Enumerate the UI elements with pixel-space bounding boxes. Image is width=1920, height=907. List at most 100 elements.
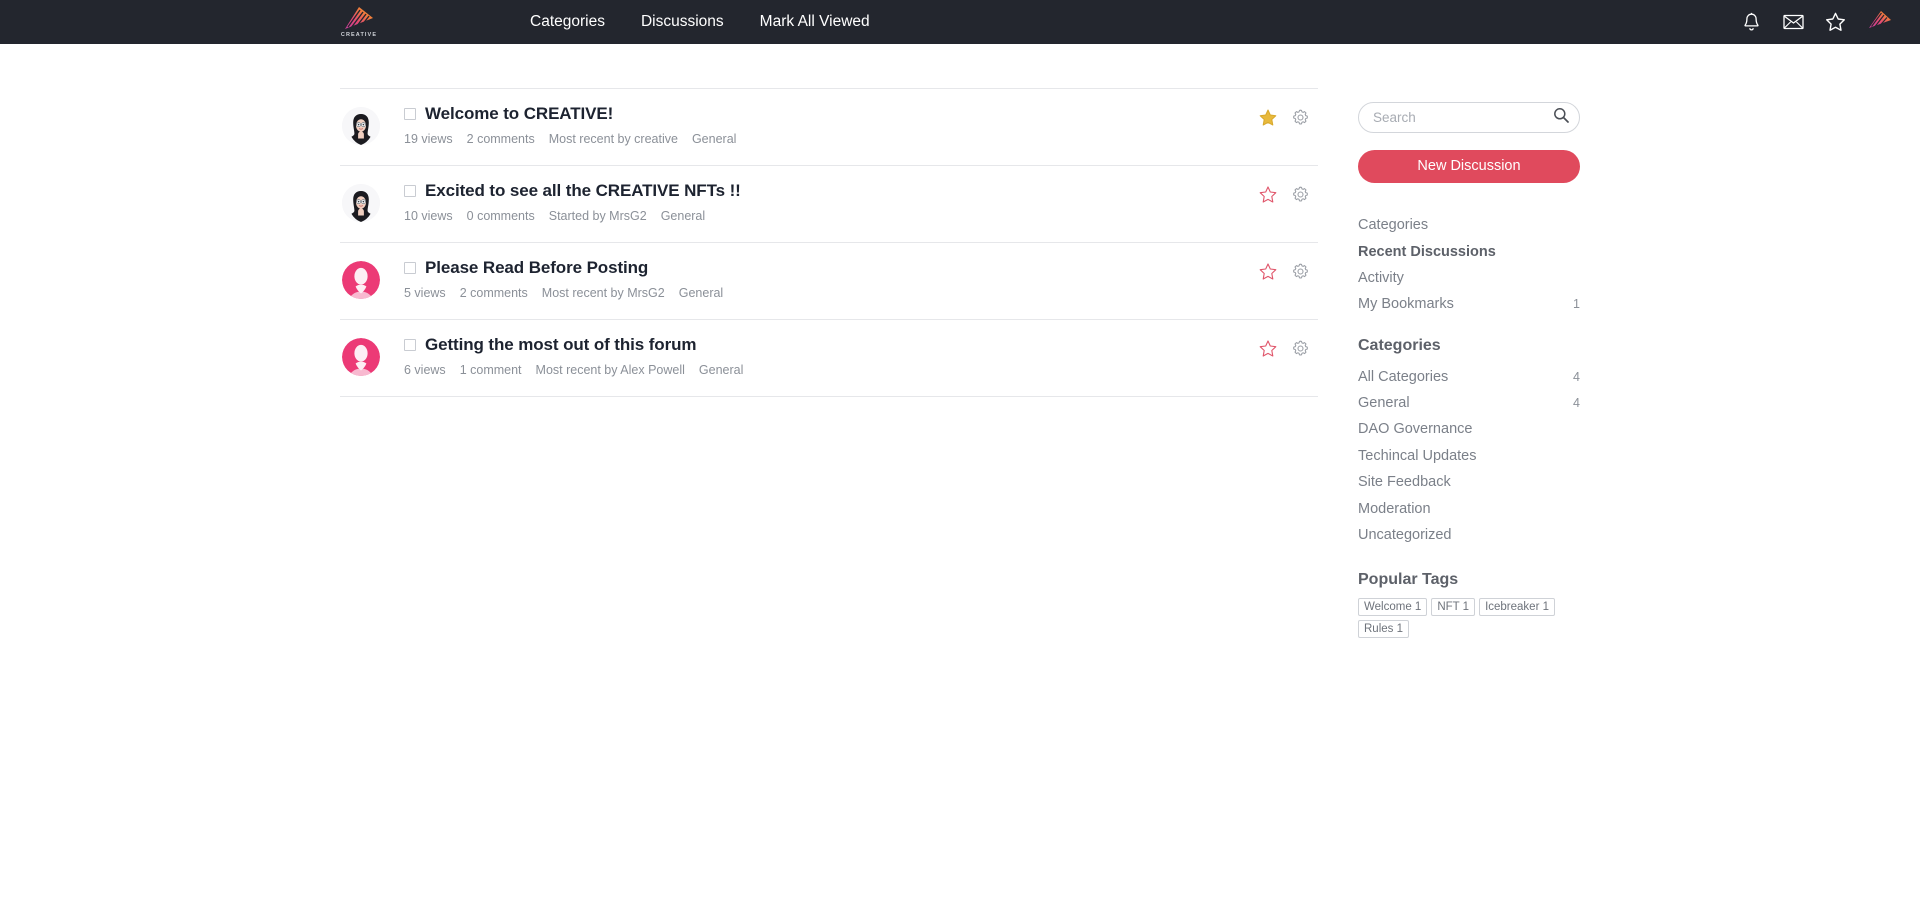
sidebar-item-label: My Bookmarks xyxy=(1358,296,1454,313)
row-select-checkbox[interactable] xyxy=(404,339,416,351)
envelope-icon xyxy=(1782,14,1804,30)
row-title-line: Getting the most out of this forum xyxy=(404,335,1318,355)
sidebar-item-label: Activity xyxy=(1358,269,1404,286)
discussion-title[interactable]: Please Read Before Posting xyxy=(425,258,648,278)
search-input[interactable] xyxy=(1358,102,1580,133)
sidebar-item-categories[interactable]: Categories xyxy=(1358,212,1580,238)
row-meta: 5 views 2 comments Most recent by MrsG2 … xyxy=(404,286,1318,300)
sidebar-item-activity[interactable]: Activity xyxy=(1358,265,1580,291)
category-item-uncategorized[interactable]: Uncategorized xyxy=(1358,522,1580,548)
latest-activity[interactable]: Most recent by MrsG2 xyxy=(542,286,665,300)
row-actions xyxy=(1258,261,1310,281)
latest-activity[interactable]: Most recent by creative xyxy=(549,132,678,146)
star-outline-icon xyxy=(1259,185,1277,203)
category-label: DAO Governance xyxy=(1358,421,1473,438)
options-button[interactable] xyxy=(1290,338,1310,358)
comments-count: 0 comments xyxy=(466,209,535,223)
category-item-moderation[interactable]: Moderation xyxy=(1358,495,1580,521)
row-select-checkbox[interactable] xyxy=(404,262,416,274)
user-menu-button[interactable] xyxy=(1866,9,1892,35)
table-row[interactable]: Welcome to CREATIVE! 19 views 2 comments… xyxy=(340,89,1318,166)
nav-link-mark-all-viewed[interactable]: Mark All Viewed xyxy=(742,0,888,44)
default-avatar-icon xyxy=(342,261,380,299)
row-meta: 6 views 1 comment Most recent by Alex Po… xyxy=(404,363,1318,377)
latest-activity[interactable]: Started by MrsG2 xyxy=(549,209,647,223)
brand-logo[interactable]: CREATIVE xyxy=(338,2,380,42)
category-item-all-categories[interactable]: All Categories 4 xyxy=(1358,364,1580,390)
sidebar-item-recent-discussions[interactable]: Recent Discussions xyxy=(1358,238,1580,264)
star-icon xyxy=(1825,12,1846,32)
category-link[interactable]: General xyxy=(661,209,705,223)
latest-activity[interactable]: Most recent by Alex Powell xyxy=(536,363,685,377)
search-button[interactable] xyxy=(1552,107,1569,128)
category-link[interactable]: General xyxy=(679,286,723,300)
sidebar-item-label: Categories xyxy=(1358,217,1429,234)
row-actions xyxy=(1258,107,1310,127)
category-count: 4 xyxy=(1573,369,1580,384)
star-outline-icon xyxy=(1259,262,1277,280)
row-actions xyxy=(1258,184,1310,204)
views-count: 5 views xyxy=(404,286,446,300)
user-avatar-icon xyxy=(1866,9,1892,35)
bookmark-button[interactable] xyxy=(1258,184,1278,204)
category-link[interactable]: General xyxy=(699,363,743,377)
category-label: All Categories xyxy=(1358,368,1449,385)
category-count: 4 xyxy=(1573,396,1580,411)
category-item-general[interactable]: General 4 xyxy=(1358,390,1580,416)
tag-nft[interactable]: NFT 1 xyxy=(1431,598,1476,617)
comments-count: 1 comment xyxy=(459,363,522,377)
category-link[interactable]: General xyxy=(692,132,736,146)
category-item-dao-governance[interactable]: DAO Governance xyxy=(1358,416,1580,442)
table-row[interactable]: Getting the most out of this forum 6 vie… xyxy=(340,320,1318,397)
bell-icon xyxy=(1742,12,1761,32)
row-title-line: Welcome to CREATIVE! xyxy=(404,104,1318,124)
tag-welcome[interactable]: Welcome 1 xyxy=(1358,598,1428,617)
messages-button[interactable] xyxy=(1782,11,1804,33)
sidebar-item-my-bookmarks[interactable]: My Bookmarks 1 xyxy=(1358,291,1580,317)
row-select-checkbox[interactable] xyxy=(404,108,416,120)
bookmark-button[interactable] xyxy=(1258,107,1278,127)
bookmarks-button[interactable] xyxy=(1824,11,1846,33)
discussion-title[interactable]: Getting the most out of this forum xyxy=(425,335,697,355)
new-discussion-button[interactable]: New Discussion xyxy=(1358,150,1580,183)
category-item-techincal-updates[interactable]: Techincal Updates xyxy=(1358,443,1580,469)
search-box xyxy=(1358,102,1580,133)
views-count: 19 views xyxy=(404,132,453,146)
avatar[interactable] xyxy=(342,261,380,299)
popular-tags-heading: Popular Tags xyxy=(1358,571,1459,589)
row-body: Getting the most out of this forum 6 vie… xyxy=(404,334,1318,377)
avatar[interactable] xyxy=(342,107,380,145)
page-body: Welcome to CREATIVE! 19 views 2 comments… xyxy=(0,44,1920,907)
sidebar: New Discussion Categories Recent Discuss… xyxy=(1358,102,1580,639)
category-list: All Categories 4 General 4 DAO Governanc… xyxy=(1358,364,1580,549)
tag-rules[interactable]: Rules 1 xyxy=(1358,620,1409,639)
avatar[interactable] xyxy=(342,338,380,376)
row-body: Welcome to CREATIVE! 19 views 2 comments… xyxy=(404,103,1318,146)
notifications-button[interactable] xyxy=(1740,11,1762,33)
creative-logo-icon xyxy=(342,6,376,31)
table-row[interactable]: Please Read Before Posting 5 views 2 com… xyxy=(340,243,1318,320)
nav-link-discussions[interactable]: Discussions xyxy=(623,0,742,44)
tag-icebreaker[interactable]: Icebreaker 1 xyxy=(1479,598,1555,617)
options-button[interactable] xyxy=(1290,261,1310,281)
row-title-line: Excited to see all the CREATIVE NFTs !! xyxy=(404,181,1318,201)
row-select-checkbox[interactable] xyxy=(404,185,416,197)
bookmark-button[interactable] xyxy=(1258,338,1278,358)
search-icon xyxy=(1553,107,1569,128)
site-header: CREATIVE Categories Discussions Mark All… xyxy=(0,0,1920,44)
sidebar-item-label: Recent Discussions xyxy=(1358,243,1496,260)
nav-link-categories[interactable]: Categories xyxy=(512,0,623,44)
category-label: Moderation xyxy=(1358,500,1431,517)
discussion-list: Welcome to CREATIVE! 19 views 2 comments… xyxy=(340,88,1318,397)
table-row[interactable]: Excited to see all the CREATIVE NFTs !! … xyxy=(340,166,1318,243)
discussion-title[interactable]: Excited to see all the CREATIVE NFTs !! xyxy=(425,181,741,201)
options-button[interactable] xyxy=(1290,184,1310,204)
sidebar-item-count: 1 xyxy=(1573,297,1580,312)
user-photo-icon xyxy=(342,107,380,145)
discussion-title[interactable]: Welcome to CREATIVE! xyxy=(425,104,613,124)
avatar[interactable] xyxy=(342,184,380,222)
category-item-site-feedback[interactable]: Site Feedback xyxy=(1358,469,1580,495)
options-button[interactable] xyxy=(1290,107,1310,127)
category-label: Uncategorized xyxy=(1358,526,1452,543)
bookmark-button[interactable] xyxy=(1258,261,1278,281)
